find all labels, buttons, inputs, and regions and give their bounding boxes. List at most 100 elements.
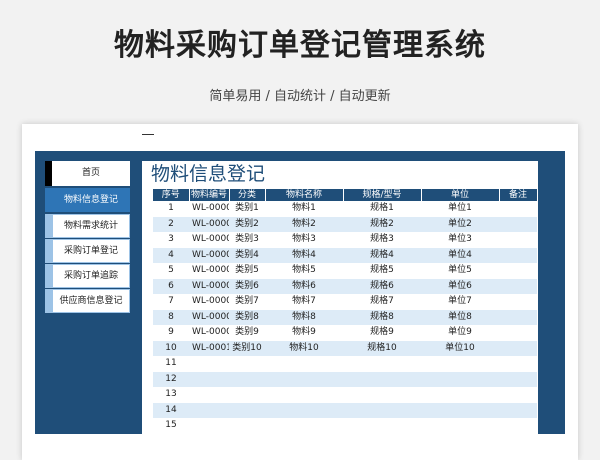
table-cell[interactable]: 3 [153, 232, 189, 248]
table-cell[interactable]: 规格3 [343, 232, 421, 248]
table-cell[interactable]: 6 [153, 278, 189, 294]
table-cell[interactable] [421, 402, 499, 418]
table-row[interactable]: 6WL-00006类别6物料6规格6单位6 [153, 278, 537, 294]
table-cell[interactable]: 4 [153, 247, 189, 263]
table-row[interactable]: 5WL-00005类别5物料5规格5单位5 [153, 263, 537, 279]
table-cell[interactable]: 单位6 [421, 278, 499, 294]
table-cell[interactable]: 类别4 [229, 247, 265, 263]
table-cell[interactable] [189, 371, 229, 387]
table-cell[interactable] [229, 402, 265, 418]
table-row[interactable]: 11 [153, 356, 537, 372]
table-cell[interactable] [265, 356, 343, 372]
table-cell[interactable]: WL-00002 [189, 216, 229, 232]
table-cell[interactable]: 物料8 [265, 309, 343, 325]
table-cell[interactable] [499, 263, 537, 279]
table-cell[interactable]: 7 [153, 294, 189, 310]
table-cell[interactable]: 类别6 [229, 278, 265, 294]
table-cell[interactable]: 类别8 [229, 309, 265, 325]
table-cell[interactable] [265, 402, 343, 418]
table-cell[interactable]: 单位2 [421, 216, 499, 232]
table-cell[interactable]: 13 [153, 387, 189, 403]
table-cell[interactable]: 9 [153, 325, 189, 341]
table-cell[interactable]: 规格9 [343, 325, 421, 341]
table-cell[interactable]: 单位5 [421, 263, 499, 279]
table-cell[interactable]: WL-00007 [189, 294, 229, 310]
table-cell[interactable]: WL-00006 [189, 278, 229, 294]
table-cell[interactable]: 物料1 [265, 201, 343, 217]
table-row[interactable]: 2WL-00002类别2物料2规格2单位2 [153, 216, 537, 232]
table-cell[interactable]: 2 [153, 216, 189, 232]
nav-material-demand-button[interactable]: 物料需求统计 [52, 214, 130, 238]
table-cell[interactable] [229, 356, 265, 372]
table-cell[interactable]: 类别9 [229, 325, 265, 341]
nav-purchase-order-button[interactable]: 采购订单登记 [52, 239, 130, 263]
table-cell[interactable] [421, 356, 499, 372]
table-cell[interactable] [499, 216, 537, 232]
table-cell[interactable]: 类别2 [229, 216, 265, 232]
table-cell[interactable]: 15 [153, 418, 189, 434]
table-cell[interactable] [229, 418, 265, 434]
table-cell[interactable] [421, 387, 499, 403]
table-row[interactable]: 1WL-00001类别1物料1规格1单位1 [153, 201, 537, 217]
table-cell[interactable]: 规格1 [343, 201, 421, 217]
table-row[interactable]: 13 [153, 387, 537, 403]
nav-home-button[interactable]: 首页 [52, 161, 130, 186]
table-cell[interactable]: 类别5 [229, 263, 265, 279]
table-cell[interactable]: 类别7 [229, 294, 265, 310]
table-cell[interactable]: 14 [153, 402, 189, 418]
table-row[interactable]: 9WL-00009类别9物料9规格9单位9 [153, 325, 537, 341]
table-cell[interactable]: 5 [153, 263, 189, 279]
nav-material-info-button[interactable]: 物料信息登记 [52, 188, 130, 212]
table-cell[interactable] [265, 371, 343, 387]
table-cell[interactable] [499, 402, 537, 418]
table-cell[interactable]: 8 [153, 309, 189, 325]
table-cell[interactable]: 11 [153, 356, 189, 372]
table-cell[interactable] [499, 247, 537, 263]
table-cell[interactable]: 规格4 [343, 247, 421, 263]
table-cell[interactable]: 规格6 [343, 278, 421, 294]
table-cell[interactable]: 单位3 [421, 232, 499, 248]
table-row[interactable]: 7WL-00007类别7物料7规格7单位7 [153, 294, 537, 310]
table-cell[interactable] [229, 371, 265, 387]
table-cell[interactable]: 单位9 [421, 325, 499, 341]
table-row[interactable]: 12 [153, 371, 537, 387]
table-cell[interactable]: 类别1 [229, 201, 265, 217]
table-cell[interactable] [265, 387, 343, 403]
table-row[interactable]: 14 [153, 402, 537, 418]
table-cell[interactable] [421, 371, 499, 387]
table-cell[interactable]: 规格5 [343, 263, 421, 279]
table-row[interactable]: 3WL-00003类别3物料3规格3单位3 [153, 232, 537, 248]
table-cell[interactable]: 规格10 [343, 340, 421, 356]
table-cell[interactable]: 单位7 [421, 294, 499, 310]
table-cell[interactable]: 物料6 [265, 278, 343, 294]
table-cell[interactable]: 单位1 [421, 201, 499, 217]
table-cell[interactable] [343, 387, 421, 403]
table-cell[interactable]: 1 [153, 201, 189, 217]
table-cell[interactable]: 规格2 [343, 216, 421, 232]
table-cell[interactable] [421, 418, 499, 434]
table-cell[interactable]: 12 [153, 371, 189, 387]
table-cell[interactable]: 规格7 [343, 294, 421, 310]
table-cell[interactable] [499, 387, 537, 403]
table-cell[interactable] [265, 418, 343, 434]
table-cell[interactable] [499, 294, 537, 310]
table-cell[interactable] [343, 418, 421, 434]
table-cell[interactable]: 单位8 [421, 309, 499, 325]
table-row[interactable]: 15 [153, 418, 537, 434]
table-cell[interactable]: 类别3 [229, 232, 265, 248]
table-cell[interactable] [343, 356, 421, 372]
table-cell[interactable] [499, 325, 537, 341]
table-cell[interactable] [499, 418, 537, 434]
table-cell[interactable]: 10 [153, 340, 189, 356]
table-cell[interactable]: 单位10 [421, 340, 499, 356]
table-cell[interactable] [499, 371, 537, 387]
table-cell[interactable] [229, 387, 265, 403]
table-cell[interactable]: 规格8 [343, 309, 421, 325]
table-cell[interactable]: 类别10 [229, 340, 265, 356]
table-cell[interactable] [189, 356, 229, 372]
table-cell[interactable] [189, 387, 229, 403]
table-cell[interactable]: 物料3 [265, 232, 343, 248]
nav-supplier-info-button[interactable]: 供应商信息登记 [52, 289, 130, 313]
table-cell[interactable]: 物料7 [265, 294, 343, 310]
table-cell[interactable]: WL-00009 [189, 325, 229, 341]
